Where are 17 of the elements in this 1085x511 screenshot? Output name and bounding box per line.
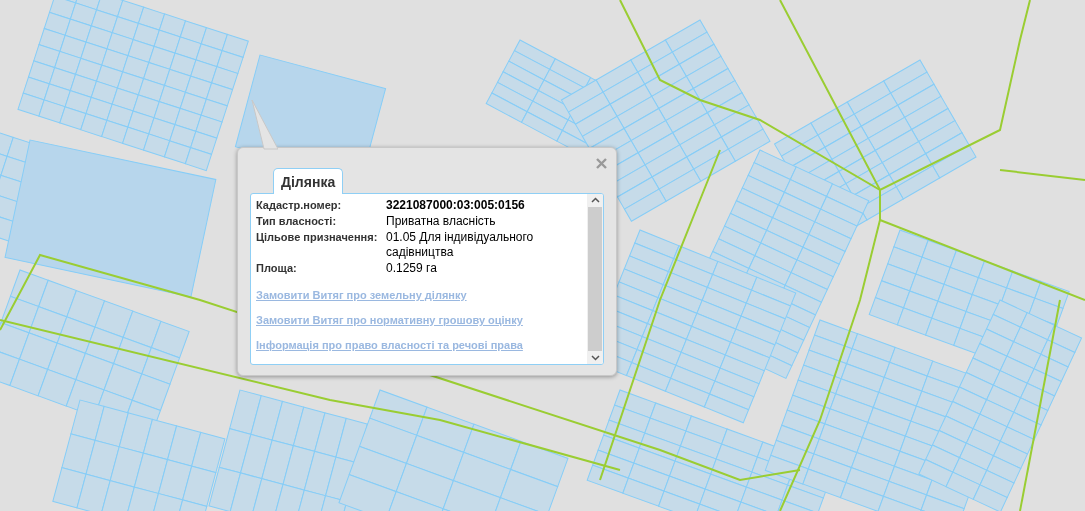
link[interactable]: Замовити Витяг про земельну ділянку (256, 289, 582, 301)
field-label: Тип власності: (256, 214, 338, 229)
field-label: Площа: (256, 261, 298, 276)
field-value: 01.05 Для індивідуального садівництва (386, 230, 535, 260)
scrollbar-thumb[interactable] (588, 207, 602, 351)
field-label: Цільове призначення: (256, 230, 379, 245)
close-icon[interactable] (596, 158, 607, 169)
field-value: Приватна власність (386, 214, 497, 229)
field-label: Кадастр.номер: (256, 198, 343, 213)
field-value: 0.1259 га (386, 261, 438, 276)
scroll-up-icon[interactable] (590, 197, 600, 203)
link[interactable]: Замовити Витяг про нормативну грошову оцінку (256, 314, 582, 326)
link[interactable]: Інформація про право власності та речові права (256, 339, 582, 351)
tab[interactable]: Ділянка (273, 168, 344, 194)
field-value: 3221087000:03:005:0156 (386, 198, 526, 213)
scrollbar[interactable] (587, 194, 603, 364)
scroll-down-icon[interactable] (590, 355, 600, 361)
